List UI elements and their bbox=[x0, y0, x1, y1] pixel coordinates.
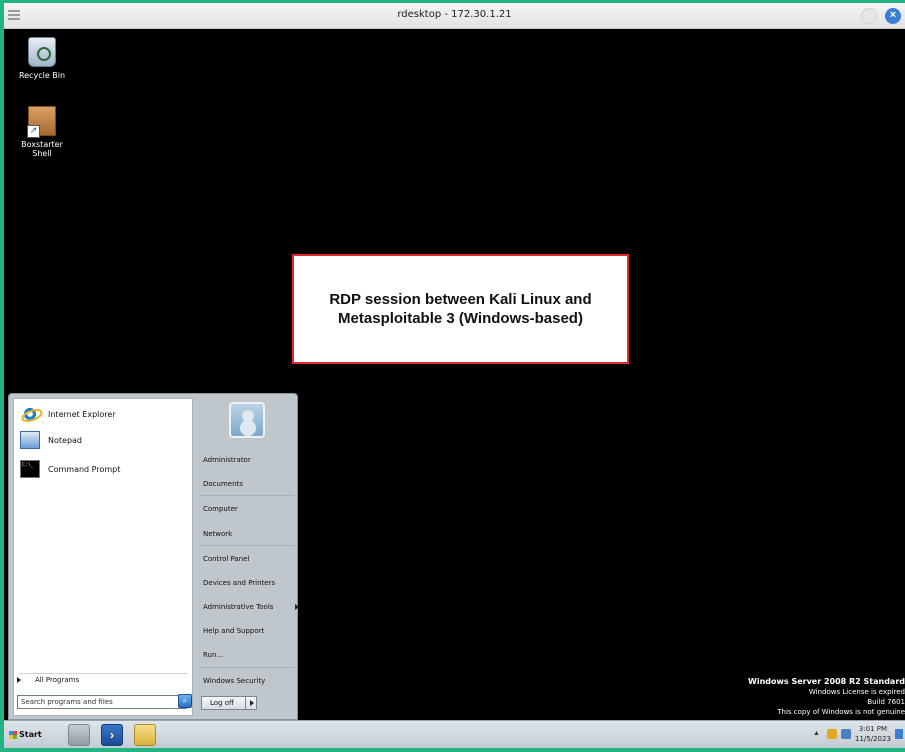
annotation-text: RDP session between Kali Linux and Metas… bbox=[329, 291, 592, 327]
annotation-callout: RDP session between Kali Linux and Metas… bbox=[292, 254, 629, 364]
all-programs-button[interactable]: All Programs bbox=[17, 676, 79, 684]
desktop-icon-label: Boxstarter Shell bbox=[21, 140, 63, 158]
search-input[interactable]: Search programs and files bbox=[17, 695, 187, 709]
program-label: Notepad bbox=[48, 435, 82, 445]
desktop-icon-recycle-bin[interactable]: Recycle Bin bbox=[12, 37, 72, 80]
show-desktop-button[interactable] bbox=[895, 729, 903, 739]
network-icon[interactable] bbox=[841, 729, 851, 739]
divider bbox=[199, 495, 295, 496]
menu-item-label: Administrative Tools bbox=[203, 603, 274, 611]
start-menu-item-internet-explorer[interactable]: Internet Explorer bbox=[20, 403, 116, 425]
watermark-line: Windows License is expired bbox=[808, 688, 905, 696]
program-label: Internet Explorer bbox=[48, 409, 116, 419]
logoff-button[interactable]: Log off bbox=[201, 696, 247, 710]
boxstarter-shell-icon bbox=[27, 106, 56, 138]
start-menu-places-pane: Administrator Documents Computer Network… bbox=[195, 394, 299, 721]
start-menu-item-control-panel[interactable]: Control Panel bbox=[203, 555, 249, 563]
taskbar: Start › ▲ 3:01 PM 11/5/2023 bbox=[4, 720, 905, 748]
action-center-flag-icon[interactable] bbox=[827, 729, 837, 739]
desktop-icon-label: Recycle Bin bbox=[18, 71, 66, 80]
divider bbox=[199, 545, 295, 546]
start-menu-item-windows-security[interactable]: Windows Security bbox=[203, 677, 265, 685]
internet-explorer-icon bbox=[20, 405, 40, 423]
windows-explorer-icon[interactable] bbox=[134, 724, 156, 746]
rdesktop-window: rdesktop - 172.30.1.21 × Recycle Bin Box… bbox=[0, 0, 905, 752]
clock-date: 11/5/2023 bbox=[855, 735, 891, 743]
watermark-line: Build 7601 bbox=[867, 698, 905, 706]
system-tray: ▲ 3:01 PM 11/5/2023 bbox=[805, 721, 905, 749]
window-titlebar[interactable]: rdesktop - 172.30.1.21 × bbox=[4, 3, 905, 29]
windows-watermark: Windows Server 2008 R2 Standard Windows … bbox=[748, 677, 905, 717]
clock-time: 3:01 PM bbox=[858, 725, 888, 733]
notepad-icon bbox=[20, 431, 40, 449]
start-menu-item-administrator[interactable]: Administrator bbox=[203, 456, 251, 464]
minimize-button[interactable] bbox=[861, 8, 877, 24]
start-menu-item-network[interactable]: Network bbox=[203, 530, 232, 538]
clock[interactable]: 3:01 PM 11/5/2023 bbox=[855, 724, 891, 744]
program-label: Command Prompt bbox=[48, 464, 121, 474]
divider bbox=[20, 673, 188, 674]
chevron-right-icon bbox=[17, 677, 21, 683]
server-manager-icon[interactable] bbox=[68, 724, 90, 746]
shutdown-options-arrow-icon[interactable] bbox=[245, 696, 257, 710]
start-menu-item-computer[interactable]: Computer bbox=[203, 505, 238, 513]
powershell-icon[interactable]: › bbox=[101, 724, 123, 746]
start-button[interactable]: Start bbox=[8, 726, 48, 744]
start-menu-item-help-and-support[interactable]: Help and Support bbox=[203, 627, 264, 635]
start-menu-item-documents[interactable]: Documents bbox=[203, 480, 243, 488]
start-menu-programs-pane: Internet Explorer Notepad Command Prompt bbox=[13, 398, 193, 716]
submenu-arrow-icon bbox=[295, 604, 299, 610]
recycle-bin-icon bbox=[28, 37, 56, 67]
start-menu-item-administrative-tools[interactable]: Administrative Tools bbox=[203, 603, 299, 611]
show-hidden-icons-icon[interactable]: ▲ bbox=[813, 730, 820, 737]
search-icon[interactable]: ⌕ bbox=[178, 694, 192, 708]
command-prompt-icon bbox=[20, 460, 40, 478]
start-menu: Internet Explorer Notepad Command Prompt… bbox=[8, 393, 299, 721]
divider bbox=[199, 667, 295, 668]
close-button[interactable]: × bbox=[885, 8, 901, 24]
all-programs-label: All Programs bbox=[35, 676, 80, 684]
desktop-icon-boxstarter-shell[interactable]: Boxstarter Shell bbox=[12, 106, 72, 158]
start-menu-item-run[interactable]: Run... bbox=[203, 651, 223, 659]
start-menu-item-devices-and-printers[interactable]: Devices and Printers bbox=[203, 579, 275, 587]
watermark-line: This copy of Windows is not genuine bbox=[777, 708, 905, 716]
watermark-title: Windows Server 2008 R2 Standard bbox=[748, 677, 905, 686]
start-menu-item-notepad[interactable]: Notepad bbox=[20, 429, 82, 451]
window-title: rdesktop - 172.30.1.21 bbox=[397, 9, 512, 20]
start-menu-item-command-prompt[interactable]: Command Prompt bbox=[20, 458, 120, 480]
user-avatar[interactable] bbox=[229, 402, 265, 438]
